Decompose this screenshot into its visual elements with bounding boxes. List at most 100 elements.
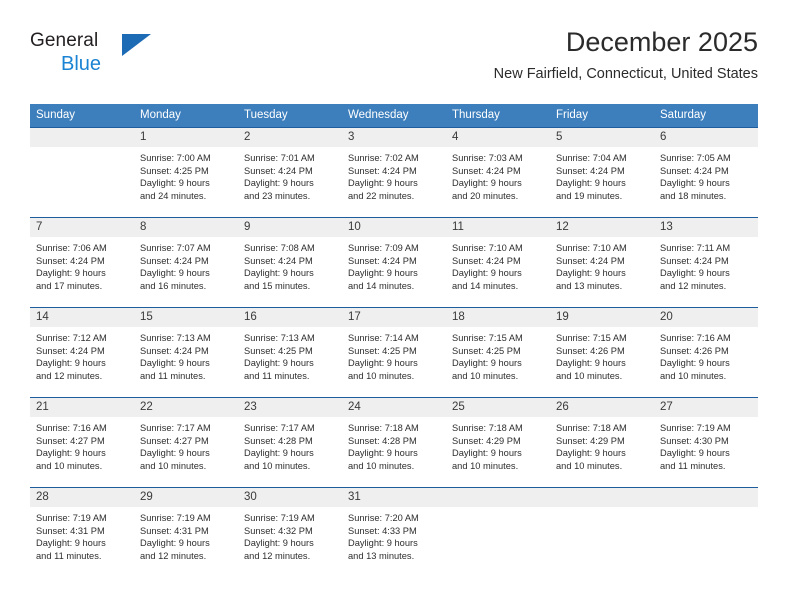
daylight-text-line1: Daylight: 9 hours — [140, 178, 210, 189]
day-cell: Sunrise: 7:07 AM Sunset: 4:24 PM Dayligh… — [134, 237, 238, 307]
day-number[interactable]: 6 — [654, 128, 758, 147]
day-number[interactable] — [30, 128, 134, 147]
day-cell: Sunrise: 7:19 AM Sunset: 4:31 PM Dayligh… — [134, 507, 238, 577]
daylight-text-line2: and 10 minutes. — [452, 370, 519, 381]
daylight-text-line2: and 10 minutes. — [556, 370, 623, 381]
sunrise-text: Sunrise: 7:12 AM — [36, 333, 107, 343]
day-number[interactable]: 2 — [238, 128, 342, 147]
day-cell: Sunrise: 7:05 AM Sunset: 4:24 PM Dayligh… — [654, 147, 758, 217]
week-daynumber-band: 1 2 3 4 5 6 — [30, 128, 758, 147]
week-detail-band: Sunrise: 7:06 AM Sunset: 4:24 PM Dayligh… — [30, 237, 758, 307]
sunrise-text: Sunrise: 7:16 AM — [660, 333, 731, 343]
day-number[interactable]: 26 — [550, 398, 654, 417]
day-cell: Sunrise: 7:19 AM Sunset: 4:32 PM Dayligh… — [238, 507, 342, 577]
day-number[interactable]: 9 — [238, 218, 342, 237]
daylight-text-line1: Daylight: 9 hours — [244, 538, 314, 549]
day-cell: Sunrise: 7:17 AM Sunset: 4:27 PM Dayligh… — [134, 417, 238, 487]
sunset-text: Sunset: 4:24 PM — [660, 165, 729, 176]
daylight-text-line1: Daylight: 9 hours — [36, 358, 106, 369]
sunset-text: Sunset: 4:25 PM — [140, 165, 209, 176]
day-cell: Sunrise: 7:02 AM Sunset: 4:24 PM Dayligh… — [342, 147, 446, 217]
day-number[interactable]: 18 — [446, 308, 550, 327]
day-number[interactable]: 30 — [238, 488, 342, 507]
sunset-text: Sunset: 4:27 PM — [36, 435, 105, 446]
daylight-text-line2: and 10 minutes. — [660, 370, 727, 381]
day-number[interactable]: 5 — [550, 128, 654, 147]
day-cell: Sunrise: 7:20 AM Sunset: 4:33 PM Dayligh… — [342, 507, 446, 577]
day-number[interactable]: 3 — [342, 128, 446, 147]
sunset-text: Sunset: 4:30 PM — [660, 435, 729, 446]
day-number[interactable]: 28 — [30, 488, 134, 507]
sunrise-text: Sunrise: 7:13 AM — [244, 333, 315, 343]
sunrise-text: Sunrise: 7:19 AM — [244, 513, 315, 523]
sunset-text: Sunset: 4:31 PM — [36, 525, 105, 536]
sunset-text: Sunset: 4:25 PM — [348, 345, 417, 356]
day-number[interactable]: 13 — [654, 218, 758, 237]
daylight-text-line2: and 12 minutes. — [244, 550, 311, 561]
day-number[interactable] — [550, 488, 654, 507]
week-row: 7 8 9 10 11 12 13 Sunrise: 7:06 AM Sunse… — [30, 217, 758, 307]
generalblue-logo[interactable]: General Blue — [30, 30, 160, 84]
day-number[interactable]: 20 — [654, 308, 758, 327]
day-cell: Sunrise: 7:16 AM Sunset: 4:26 PM Dayligh… — [654, 327, 758, 397]
day-number[interactable]: 29 — [134, 488, 238, 507]
day-number[interactable] — [446, 488, 550, 507]
daylight-text-line1: Daylight: 9 hours — [140, 358, 210, 369]
day-cell: Sunrise: 7:10 AM Sunset: 4:24 PM Dayligh… — [550, 237, 654, 307]
daylight-text-line1: Daylight: 9 hours — [556, 178, 626, 189]
sunrise-text: Sunrise: 7:06 AM — [36, 243, 107, 253]
daylight-text-line2: and 12 minutes. — [660, 280, 727, 291]
page-subtitle: New Fairfield, Connecticut, United State… — [493, 66, 758, 82]
day-cell: Sunrise: 7:06 AM Sunset: 4:24 PM Dayligh… — [30, 237, 134, 307]
day-number[interactable]: 27 — [654, 398, 758, 417]
day-number[interactable]: 7 — [30, 218, 134, 237]
page-title: December 2025 — [565, 27, 758, 57]
sunrise-text: Sunrise: 7:19 AM — [36, 513, 107, 523]
day-number[interactable]: 8 — [134, 218, 238, 237]
day-number[interactable]: 23 — [238, 398, 342, 417]
sunrise-text: Sunrise: 7:02 AM — [348, 153, 419, 163]
daylight-text-line2: and 15 minutes. — [244, 280, 311, 291]
logo-text-blue: Blue — [61, 53, 102, 75]
day-number[interactable]: 16 — [238, 308, 342, 327]
day-number[interactable]: 10 — [342, 218, 446, 237]
daylight-text-line2: and 20 minutes. — [452, 190, 519, 201]
day-number[interactable]: 4 — [446, 128, 550, 147]
day-cell: Sunrise: 7:16 AM Sunset: 4:27 PM Dayligh… — [30, 417, 134, 487]
day-cell: Sunrise: 7:18 AM Sunset: 4:29 PM Dayligh… — [446, 417, 550, 487]
sunset-text: Sunset: 4:24 PM — [140, 255, 209, 266]
daylight-text-line1: Daylight: 9 hours — [660, 268, 730, 279]
day-number[interactable]: 1 — [134, 128, 238, 147]
sunrise-text: Sunrise: 7:19 AM — [660, 423, 731, 433]
sunset-text: Sunset: 4:24 PM — [140, 345, 209, 356]
daylight-text-line1: Daylight: 9 hours — [348, 268, 418, 279]
day-number[interactable]: 17 — [342, 308, 446, 327]
daylight-text-line2: and 11 minutes. — [140, 370, 206, 381]
daylight-text-line2: and 13 minutes. — [556, 280, 623, 291]
week-daynumber-band: 28 29 30 31 — [30, 488, 758, 507]
day-number[interactable]: 15 — [134, 308, 238, 327]
day-number[interactable]: 25 — [446, 398, 550, 417]
sunrise-text: Sunrise: 7:15 AM — [452, 333, 523, 343]
daylight-text-line1: Daylight: 9 hours — [660, 358, 730, 369]
day-number[interactable]: 11 — [446, 218, 550, 237]
day-number[interactable]: 22 — [134, 398, 238, 417]
week-row: 21 22 23 24 25 26 27 Sunrise: 7:16 AM Su… — [30, 397, 758, 487]
day-number[interactable]: 14 — [30, 308, 134, 327]
daylight-text-line2: and 13 minutes. — [348, 550, 415, 561]
week-row: 1 2 3 4 5 6 Sunrise: 7:00 AM Sunset: 4:2… — [30, 127, 758, 217]
day-number[interactable]: 19 — [550, 308, 654, 327]
day-number[interactable]: 21 — [30, 398, 134, 417]
day-number[interactable]: 24 — [342, 398, 446, 417]
day-cell: Sunrise: 7:19 AM Sunset: 4:30 PM Dayligh… — [654, 417, 758, 487]
daylight-text-line1: Daylight: 9 hours — [36, 268, 106, 279]
sunset-text: Sunset: 4:29 PM — [452, 435, 521, 446]
weekday-header-sunday: Sunday — [36, 109, 76, 121]
daylight-text-line1: Daylight: 9 hours — [244, 178, 314, 189]
day-number[interactable] — [654, 488, 758, 507]
day-number[interactable]: 31 — [342, 488, 446, 507]
daylight-text-line1: Daylight: 9 hours — [556, 358, 626, 369]
day-cell: Sunrise: 7:18 AM Sunset: 4:29 PM Dayligh… — [550, 417, 654, 487]
logo-text-general: General — [30, 30, 99, 51]
day-number[interactable]: 12 — [550, 218, 654, 237]
